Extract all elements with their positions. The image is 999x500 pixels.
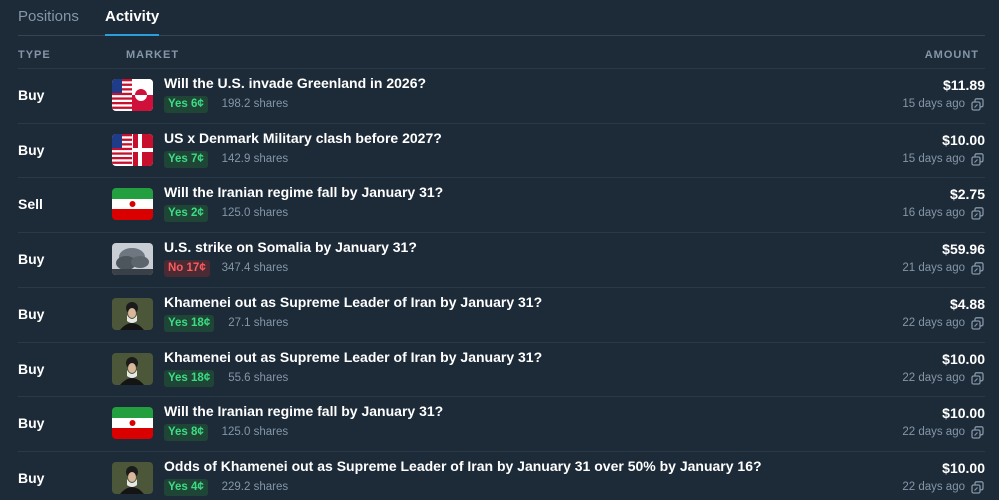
external-link-icon[interactable]	[971, 371, 984, 385]
external-link-icon[interactable]	[971, 426, 984, 439]
market-title[interactable]: U.S. strike on Somalia by January 31?	[164, 239, 417, 255]
time-ago: 21 days ago	[902, 262, 965, 275]
outcome-badge: Yes 8¢	[164, 424, 208, 442]
time-ago: 16 days ago	[902, 207, 965, 220]
market-thumbnail[interactable]	[112, 297, 153, 330]
trade-amount: $59.96	[942, 241, 985, 258]
time-ago: 15 days ago	[902, 152, 965, 165]
outcome-badge: Yes 6¢	[164, 96, 208, 113]
market-thumbnail[interactable]	[112, 188, 153, 221]
trade-amount: $10.00	[942, 459, 985, 476]
trade-amount: $10.00	[942, 405, 985, 422]
activity-panel: Positions Activity TYPE MARKET AMOUNT Bu…	[0, 0, 999, 500]
outcome-badge: No 17¢	[164, 260, 210, 278]
external-link-icon[interactable]	[971, 481, 984, 494]
trade-amount: $11.89	[942, 77, 985, 93]
time-ago: 22 days ago	[902, 480, 965, 493]
activity-row[interactable]: Buy Will the U.S. invade Greenland in 202…	[18, 68, 985, 123]
trade-type: Buy	[18, 469, 45, 486]
external-link-icon[interactable]	[971, 152, 984, 166]
market-thumbnail[interactable]	[112, 407, 153, 440]
trade-amount: $10.00	[942, 350, 985, 367]
outcome-badge: Yes 2¢	[164, 205, 208, 223]
trade-type: Buy	[18, 360, 45, 377]
trade-type: Buy	[18, 305, 45, 322]
market-thumbnail[interactable]	[112, 243, 153, 276]
column-header-market: MARKET	[126, 49, 180, 61]
outcome-badge: Yes 18¢	[164, 369, 215, 387]
activity-row[interactable]: Sell Will the Iranian regime fall by Janu…	[18, 177, 985, 232]
tab-activity[interactable]: Activity	[105, 8, 159, 26]
outcome-badge: Yes 18¢	[164, 314, 215, 332]
shares-count: 142.9 shares	[221, 152, 289, 165]
trade-type: Sell	[18, 196, 43, 213]
shares-count: 55.6 shares	[228, 371, 289, 384]
market-title[interactable]: Will the U.S. invade Greenland in 2026?	[164, 75, 426, 91]
shares-count: 229.2 shares	[221, 480, 289, 493]
market-thumbnail[interactable]	[112, 461, 153, 494]
shares-count: 27.1 shares	[228, 316, 289, 329]
trade-type: Buy	[18, 415, 45, 432]
column-header-amount: AMOUNT	[924, 49, 979, 61]
tab-bar: Positions Activity	[18, 0, 985, 36]
activity-row[interactable]: Buy Will the Iranian regime fall by Janua…	[18, 396, 985, 451]
activity-row[interactable]: Buy Khamenei out as Supreme Leader of Ira…	[18, 341, 985, 397]
shares-count: 198.2 shares	[221, 98, 289, 110]
time-ago: 22 days ago	[902, 371, 965, 384]
external-link-icon[interactable]	[971, 316, 984, 330]
activity-row[interactable]: Buy Odds of Khamenei out as Supreme Leade…	[18, 450, 985, 500]
trade-amount: $10.00	[942, 131, 985, 148]
shares-count: 347.4 shares	[221, 262, 289, 275]
trade-amount: $4.88	[949, 295, 985, 312]
external-link-icon[interactable]	[971, 98, 984, 111]
external-link-icon[interactable]	[971, 262, 984, 275]
market-title[interactable]: US x Denmark Military clash before 2027?	[164, 130, 442, 146]
trade-amount: $2.75	[949, 186, 985, 203]
activity-row[interactable]: Buy US x Denmark Military clash before 20…	[18, 122, 985, 178]
market-title[interactable]: Khamenei out as Supreme Leader of Iran b…	[164, 349, 542, 365]
external-link-icon[interactable]	[971, 207, 984, 221]
shares-count: 125.0 shares	[221, 426, 289, 439]
column-header-type: TYPE	[18, 49, 51, 61]
time-ago: 15 days ago	[902, 98, 965, 110]
market-thumbnail[interactable]	[112, 79, 153, 111]
activity-row[interactable]: Buy U.S. strike on Somalia by January 31?…	[18, 232, 985, 287]
trade-type: Buy	[18, 141, 45, 158]
time-ago: 22 days ago	[902, 426, 965, 439]
time-ago: 22 days ago	[902, 316, 965, 329]
trade-type: Buy	[18, 87, 45, 103]
market-thumbnail[interactable]	[112, 133, 153, 166]
market-title[interactable]: Odds of Khamenei out as Supreme Leader o…	[164, 458, 762, 474]
market-thumbnail[interactable]	[112, 352, 153, 385]
market-title[interactable]: Will the Iranian regime fall by January …	[164, 184, 443, 200]
outcome-badge: Yes 7¢	[164, 150, 208, 168]
activity-row[interactable]: Buy Khamenei out as Supreme Leader of Ira…	[18, 286, 985, 342]
shares-count: 125.0 shares	[221, 207, 289, 220]
market-title[interactable]: Khamenei out as Supreme Leader of Iran b…	[164, 294, 542, 310]
tab-positions[interactable]: Positions	[18, 8, 79, 26]
trade-type: Buy	[18, 251, 45, 268]
market-title[interactable]: Will the Iranian regime fall by January …	[164, 403, 443, 419]
active-tab-indicator	[105, 34, 159, 36]
outcome-badge: Yes 4¢	[164, 478, 208, 496]
